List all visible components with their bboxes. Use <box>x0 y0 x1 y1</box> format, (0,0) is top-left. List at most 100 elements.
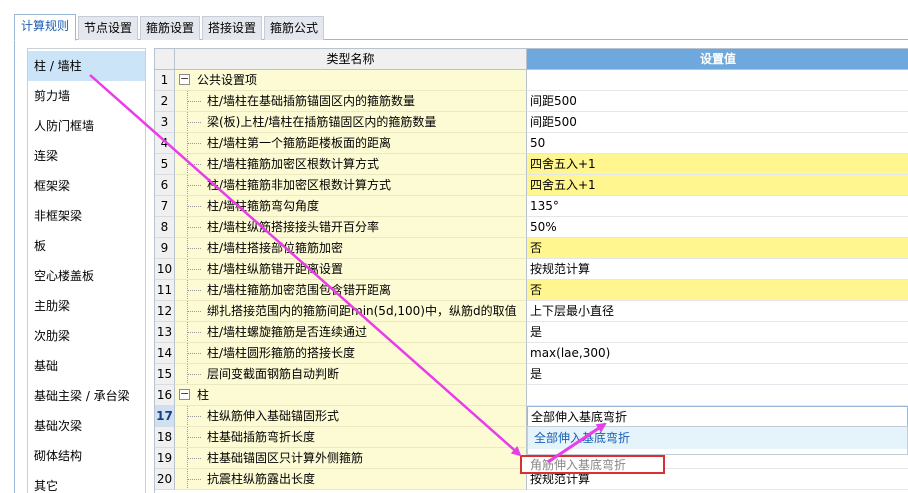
type-name-cell: 柱基础插筋弯折长度 <box>175 427 527 448</box>
sidebar-item-main-rib-beam[interactable]: 主肋梁 <box>28 291 145 321</box>
table-row[interactable]: 16− 柱 <box>155 385 908 406</box>
tree-connector-branch <box>187 437 201 438</box>
header-type-name: 类型名称 <box>175 49 527 70</box>
row-number: 19 <box>155 448 175 469</box>
table-row[interactable]: 11 柱/墙柱箍筋加密范围包含错开距离 否 <box>155 280 908 301</box>
tab-calc-rules[interactable]: 计算规则 <box>14 14 76 41</box>
table-row[interactable]: 9 柱/墙柱搭接部位箍筋加密 否 <box>155 238 908 259</box>
row-number: 18 <box>155 427 175 448</box>
setting-label: 抗震柱纵筋露出长度 <box>207 472 316 486</box>
setting-label: 柱/墙柱第一个箍筋距楼板面的距离 <box>207 136 392 150</box>
table-row[interactable]: 12 绑扎搭接范围内的箍筋间距min(5d,100)中，纵筋d的取值 上下层最小直径 <box>155 301 908 322</box>
collapse-toggle-icon[interactable]: − <box>179 73 190 85</box>
row-number: 16 <box>155 385 175 406</box>
table-row[interactable]: 13 柱/墙柱螺旋箍筋是否连续通过 是 <box>155 322 908 343</box>
setting-value-cell[interactable]: 间距500 <box>527 91 908 112</box>
table-row[interactable]: 14 柱/墙柱圆形箍筋的搭接长度 max(lae,300) <box>155 343 908 364</box>
dropdown-option[interactable]: 全部伸入基底弯折 <box>528 427 907 449</box>
setting-value-cell[interactable]: 是 <box>527 364 908 385</box>
type-name-cell: 梁(板)上柱/墙柱在插筋锚固区内的箍筋数量 <box>175 112 527 133</box>
row-number: 12 <box>155 301 175 322</box>
row-number: 6 <box>155 175 175 196</box>
sidebar-item-column[interactable]: 柱 / 墙柱 <box>28 51 145 81</box>
group-label: 柱 <box>197 388 210 402</box>
setting-label: 柱/墙柱螺旋箍筋是否连续通过 <box>207 325 368 339</box>
tree-connector-branch <box>187 416 201 417</box>
sidebar-item-foundation-secondary-beam[interactable]: 基础次梁 <box>28 411 145 441</box>
tree-connector-branch <box>187 290 201 291</box>
sidebar-item-masonry[interactable]: 砌体结构 <box>28 441 145 471</box>
table-row[interactable]: 8 柱/墙柱纵筋搭接接头错开百分率 50% <box>155 217 908 238</box>
type-name-cell: 抗震柱纵筋露出长度 <box>175 469 527 490</box>
type-name-cell: 柱/墙柱在基础插筋锚固区内的箍筋数量 <box>175 91 527 112</box>
collapse-toggle-icon[interactable]: − <box>179 388 190 400</box>
tab-lap-settings[interactable]: 搭接设置 <box>202 16 262 40</box>
setting-label: 柱纵筋伸入基础锚固形式 <box>207 409 340 423</box>
setting-value-cell[interactable]: 上下层最小直径 <box>527 301 908 322</box>
table-row[interactable]: 2 柱/墙柱在基础插筋锚固区内的箍筋数量 间距500 <box>155 91 908 112</box>
sidebar-item-slab[interactable]: 板 <box>28 231 145 261</box>
tree-connector-branch <box>187 248 201 249</box>
tree-connector-branch <box>187 353 201 354</box>
setting-value-cell[interactable]: 135° <box>527 196 908 217</box>
setting-value-cell[interactable]: 四舍五入+1 <box>527 154 908 175</box>
row-number: 13 <box>155 322 175 343</box>
type-name-cell: 柱纵筋伸入基础锚固形式 <box>175 406 527 427</box>
sidebar-item-hollow-slab[interactable]: 空心楼盖板 <box>28 261 145 291</box>
tab-stirrup-settings[interactable]: 箍筋设置 <box>140 16 200 40</box>
setting-value-cell[interactable]: max(lae,300) <box>527 343 908 364</box>
setting-value-cell[interactable]: 间距500 <box>527 112 908 133</box>
row-number: 20 <box>155 469 175 490</box>
header-row-number <box>155 49 175 70</box>
setting-label: 柱/墙柱搭接部位箍筋加密 <box>207 241 344 255</box>
type-name-cell: 柱/墙柱箍筋弯勾角度 <box>175 196 527 217</box>
tree-connector-branch <box>187 101 201 102</box>
table-row[interactable]: 10 柱/墙柱纵筋错开距离设置 按规范计算 <box>155 259 908 280</box>
value-editor[interactable]: 全部伸入基底弯折 <box>527 406 908 427</box>
tree-connector-branch <box>187 164 201 165</box>
row-number: 7 <box>155 196 175 217</box>
tree-connector-branch <box>187 269 201 270</box>
table-row[interactable]: 15 层间变截面钢筋自动判断 是 <box>155 364 908 385</box>
tree-connector-branch <box>187 206 201 207</box>
setting-value-cell[interactable]: 否 <box>527 238 908 259</box>
setting-value-cell[interactable]: 50 <box>527 133 908 154</box>
sidebar-item-non-frame-beam[interactable]: 非框架梁 <box>28 201 145 231</box>
table-row[interactable]: 7 柱/墙柱箍筋弯勾角度 135° <box>155 196 908 217</box>
table-row[interactable]: 3 梁(板)上柱/墙柱在插筋锚固区内的箍筋数量 间距500 <box>155 112 908 133</box>
sidebar-item-coupling-beam[interactable]: 连梁 <box>28 141 145 171</box>
sidebar-item-other[interactable]: 其它 <box>28 471 145 493</box>
table-row[interactable]: 6 柱/墙柱箍筋非加密区根数计算方式 四舍五入+1 <box>155 175 908 196</box>
type-name-cell: 层间变截面钢筋自动判断 <box>175 364 527 385</box>
tree-connector-branch <box>187 332 201 333</box>
setting-value-cell[interactable] <box>527 70 908 91</box>
setting-value-cell[interactable]: 四舍五入+1 <box>527 175 908 196</box>
setting-value-cell[interactable] <box>527 385 908 406</box>
row-number: 4 <box>155 133 175 154</box>
tree-connector-branch <box>187 143 201 144</box>
type-name-cell: 柱/墙柱螺旋箍筋是否连续通过 <box>175 322 527 343</box>
dropdown-option-highlighted[interactable]: 角筋伸入基底弯折 <box>520 455 665 474</box>
row-number: 2 <box>155 91 175 112</box>
sidebar-item-foundation-main-beam[interactable]: 基础主梁 / 承台梁 <box>28 381 145 411</box>
table-row[interactable]: 4 柱/墙柱第一个箍筋距楼板面的距离 50 <box>155 133 908 154</box>
row-number: 15 <box>155 364 175 385</box>
table-row[interactable]: 1− 公共设置项 <box>155 70 908 91</box>
setting-value-cell[interactable]: 否 <box>527 280 908 301</box>
setting-label: 柱/墙柱纵筋搭接接头错开百分率 <box>207 220 380 234</box>
sidebar-item-foundation[interactable]: 基础 <box>28 351 145 381</box>
type-name-cell: 柱/墙柱纵筋错开距离设置 <box>175 259 527 280</box>
table-row[interactable]: 5 柱/墙柱箍筋加密区根数计算方式 四舍五入+1 <box>155 154 908 175</box>
setting-label: 柱基础锚固区只计算外侧箍筋 <box>207 451 364 465</box>
sidebar-item-secondary-rib-beam[interactable]: 次肋梁 <box>28 321 145 351</box>
setting-value-cell[interactable]: 按规范计算 <box>527 259 908 280</box>
sidebar-item-shear-wall[interactable]: 剪力墙 <box>28 81 145 111</box>
sidebar-item-civil-defense-door-wall[interactable]: 人防门框墙 <box>28 111 145 141</box>
tab-node-settings[interactable]: 节点设置 <box>78 16 138 40</box>
setting-value-cell[interactable]: 50% <box>527 217 908 238</box>
setting-value-cell[interactable]: 是 <box>527 322 908 343</box>
row-number: 14 <box>155 343 175 364</box>
sidebar-item-frame-beam[interactable]: 框架梁 <box>28 171 145 201</box>
setting-label: 柱/墙柱箍筋非加密区根数计算方式 <box>207 178 392 192</box>
tab-stirrup-formula[interactable]: 箍筋公式 <box>264 16 324 40</box>
